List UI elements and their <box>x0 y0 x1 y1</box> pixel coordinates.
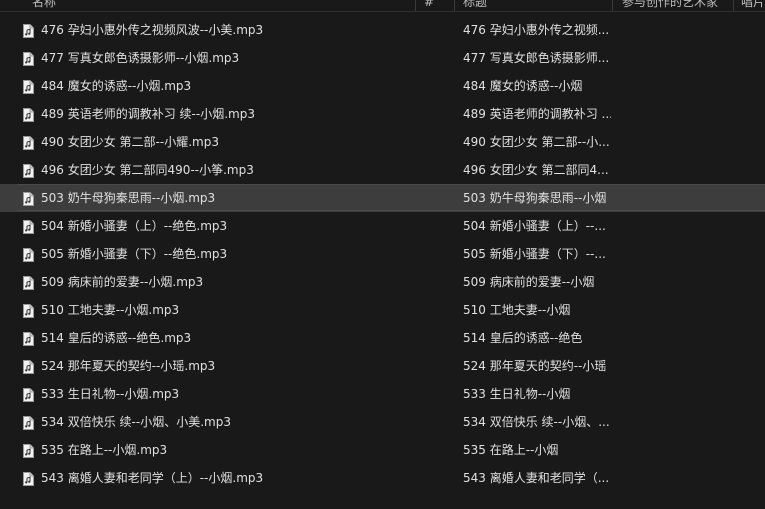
file-name[interactable]: 476 孕妇小惠外传之视频风波--小美.mp3 <box>41 16 263 44</box>
file-name[interactable]: 484 魔女的诱惑--小烟.mp3 <box>41 72 191 100</box>
file-row[interactable]: 484 魔女的诱惑--小烟.mp3 484 魔女的诱惑--小烟 <box>0 72 765 100</box>
file-row[interactable]: 504 新婚小骚妻（上）--绝色.mp3 504 新婚小骚妻（上）--... <box>0 212 765 240</box>
audio-file-icon <box>23 303 34 318</box>
file-row[interactable]: 477 写真女郎色诱摄影师--小烟.mp3 477 写真女郎色诱摄影师... <box>0 44 765 72</box>
column-header-name[interactable]: 名称 <box>32 0 92 11</box>
file-row[interactable]: 476 孕妇小惠外传之视频风波--小美.mp3 476 孕妇小惠外传之视频... <box>0 16 765 44</box>
file-row[interactable]: 510 工地夫妻--小烟.mp3 510 工地夫妻--小烟 <box>0 296 765 324</box>
file-name[interactable]: 509 病床前的爱妻--小烟.mp3 <box>41 268 203 296</box>
file-title: 504 新婚小骚妻（上）--... <box>463 219 606 233</box>
audio-file-icon <box>23 415 34 430</box>
file-list: 476 孕妇小惠外传之视频风波--小美.mp3 476 孕妇小惠外传之视频... 4… <box>0 16 765 492</box>
file-title: 543 离婚人妻和老同学（... <box>463 471 610 485</box>
file-title: 535 在路上--小烟 <box>463 443 559 457</box>
file-title: 534 双倍快乐 续--小烟、... <box>463 415 610 429</box>
audio-file-icon <box>23 275 34 290</box>
file-row[interactable]: 514 皇后的诱惑--绝色.mp3 514 皇后的诱惑--绝色 <box>0 324 765 352</box>
file-title: 524 那年夏天的契约--小瑶 <box>463 359 607 373</box>
file-title: 489 英语老师的调教补习 ... <box>463 107 611 121</box>
file-title: 503 奶牛母狗秦思雨--小烟 <box>463 191 607 205</box>
file-name[interactable]: 503 奶牛母狗秦思雨--小烟.mp3 <box>41 184 215 212</box>
audio-file-icon <box>23 107 34 122</box>
file-name[interactable]: 524 那年夏天的契约--小瑶.mp3 <box>41 352 215 380</box>
file-row[interactable]: 543 离婚人妻和老同学（上）--小烟.mp3 543 离婚人妻和老同学（... <box>0 464 765 492</box>
file-title: 476 孕妇小惠外传之视频... <box>463 23 610 37</box>
audio-file-icon <box>23 79 34 94</box>
audio-file-icon <box>23 191 34 206</box>
audio-file-icon <box>23 23 34 38</box>
file-title: 477 写真女郎色诱摄影师... <box>463 51 610 65</box>
file-row[interactable]: 503 奶牛母狗秦思雨--小烟.mp3 503 奶牛母狗秦思雨--小烟 <box>0 184 765 212</box>
audio-file-icon <box>23 219 34 234</box>
file-name[interactable]: 533 生日礼物--小烟.mp3 <box>41 380 179 408</box>
column-divider[interactable] <box>612 0 613 11</box>
file-title: 533 生日礼物--小烟 <box>463 387 571 401</box>
file-title: 509 病床前的爱妻--小烟 <box>463 275 595 289</box>
audio-file-icon <box>23 331 34 346</box>
column-divider[interactable] <box>733 0 734 11</box>
audio-file-icon <box>23 387 34 402</box>
file-name[interactable]: 534 双倍快乐 续--小烟、小美.mp3 <box>41 408 231 436</box>
file-name[interactable]: 496 女团少女 第二部同490--小筝.mp3 <box>41 156 254 184</box>
column-header-number[interactable]: # <box>424 0 444 11</box>
audio-file-icon <box>23 163 34 178</box>
file-title: 490 女团少女 第二部--小... <box>463 135 610 149</box>
audio-file-icon <box>23 51 34 66</box>
file-name[interactable]: 489 英语老师的调教补习 续--小烟.mp3 <box>41 100 255 128</box>
file-row[interactable]: 509 病床前的爱妻--小烟.mp3 509 病床前的爱妻--小烟 <box>0 268 765 296</box>
audio-file-icon <box>23 471 34 486</box>
column-divider[interactable] <box>454 0 455 11</box>
file-name[interactable]: 543 离婚人妻和老同学（上）--小烟.mp3 <box>41 464 263 492</box>
file-name[interactable]: 535 在路上--小烟.mp3 <box>41 436 167 464</box>
file-row[interactable]: 490 女团少女 第二部--小耀.mp3 490 女团少女 第二部--小... <box>0 128 765 156</box>
file-name[interactable]: 504 新婚小骚妻（上）--绝色.mp3 <box>41 212 227 240</box>
column-header-title[interactable]: 标题 <box>463 0 523 11</box>
file-row[interactable]: 489 英语老师的调教补习 续--小烟.mp3 489 英语老师的调教补习 ... <box>0 100 765 128</box>
file-row[interactable]: 524 那年夏天的契约--小瑶.mp3 524 那年夏天的契约--小瑶 <box>0 352 765 380</box>
file-title: 505 新婚小骚妻（下）--... <box>463 247 606 261</box>
file-row[interactable]: 534 双倍快乐 续--小烟、小美.mp3 534 双倍快乐 续--小烟、... <box>0 408 765 436</box>
file-row[interactable]: 505 新婚小骚妻（下）--绝色.mp3 505 新婚小骚妻（下）--... <box>0 240 765 268</box>
audio-file-icon <box>23 443 34 458</box>
column-divider[interactable] <box>415 0 416 11</box>
file-title: 514 皇后的诱惑--绝色 <box>463 331 583 345</box>
file-row[interactable]: 533 生日礼物--小烟.mp3 533 生日礼物--小烟 <box>0 380 765 408</box>
file-title: 484 魔女的诱惑--小烟 <box>463 79 583 93</box>
audio-file-icon <box>23 135 34 150</box>
file-name[interactable]: 490 女团少女 第二部--小耀.mp3 <box>41 128 219 156</box>
file-name[interactable]: 514 皇后的诱惑--绝色.mp3 <box>41 324 191 352</box>
column-header-album[interactable]: 唱片 <box>741 0 765 11</box>
file-row[interactable]: 535 在路上--小烟.mp3 535 在路上--小烟 <box>0 436 765 464</box>
column-header-bar: 名称 # 标题 参与创作的艺术家 唱片 <box>0 0 765 12</box>
file-row[interactable]: 496 女团少女 第二部同490--小筝.mp3 496 女团少女 第二部同4..… <box>0 156 765 184</box>
file-name[interactable]: 510 工地夫妻--小烟.mp3 <box>41 296 179 324</box>
column-header-artist[interactable]: 参与创作的艺术家 <box>622 0 732 11</box>
file-name[interactable]: 477 写真女郎色诱摄影师--小烟.mp3 <box>41 44 239 72</box>
file-explorer: 名称 # 标题 参与创作的艺术家 唱片 476 孕妇小惠外传之视频风波--小美.… <box>0 0 765 509</box>
audio-file-icon <box>23 359 34 374</box>
audio-file-icon <box>23 247 34 262</box>
file-title: 510 工地夫妻--小烟 <box>463 303 571 317</box>
file-name[interactable]: 505 新婚小骚妻（下）--绝色.mp3 <box>41 240 227 268</box>
file-title: 496 女团少女 第二部同4... <box>463 163 609 177</box>
